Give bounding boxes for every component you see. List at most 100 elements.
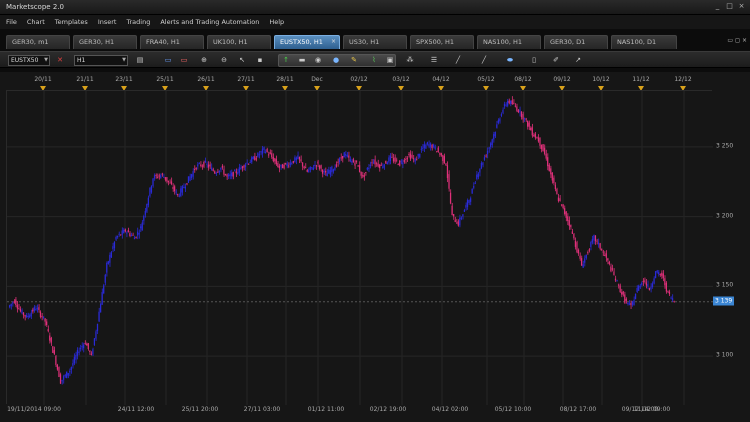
menu-templates[interactable]: Templates — [55, 18, 88, 26]
candle-down — [274, 158, 276, 162]
candle-up — [482, 162, 484, 166]
candle-up — [628, 303, 630, 305]
candle-down — [194, 168, 196, 171]
zoom-out-icon[interactable]: ⊖ — [218, 55, 230, 66]
candle-down — [47, 329, 49, 332]
pencil-icon[interactable]: ✎ — [348, 55, 360, 66]
candle-up — [96, 323, 99, 331]
tab-ger30-m1[interactable]: GER30, m1 — [6, 35, 70, 49]
note-icon[interactable]: ▬ — [296, 55, 308, 66]
tab-ger30-d1[interactable]: GER30, D1 — [544, 35, 608, 49]
candle-up — [474, 182, 476, 184]
candle-down — [56, 364, 59, 370]
tab-restore-icon[interactable]: ◻ — [735, 37, 740, 44]
price-axis[interactable]: 3 250 3 200 3 150 3 100 3 139 — [712, 90, 750, 404]
candle-down — [607, 258, 609, 261]
candle-down — [317, 161, 319, 164]
ask-icon[interactable]: ▭ — [178, 55, 190, 66]
candle-down — [19, 309, 22, 312]
candle-up — [210, 167, 213, 171]
buy-icon[interactable]: ↑ — [280, 55, 292, 66]
instrument-select[interactable]: EUSTX50 ▼ — [8, 55, 50, 66]
tab-minimize-icon[interactable]: ▭ — [727, 37, 733, 44]
candle-down — [157, 176, 159, 178]
candle-up — [346, 155, 348, 157]
more-tools-icon[interactable]: ↗ — [572, 55, 584, 66]
candle-down — [568, 220, 570, 226]
close-tab-icon[interactable]: × — [331, 36, 336, 48]
candle-down — [392, 158, 395, 162]
line-tool-icon[interactable]: ☰ — [428, 55, 440, 66]
shape-icon[interactable]: ▯ — [528, 55, 540, 66]
candle-down — [610, 266, 612, 272]
candle-down — [177, 194, 179, 196]
menu-chart[interactable]: Chart — [27, 18, 45, 26]
candle-down — [533, 134, 535, 137]
candle-down — [214, 171, 216, 174]
menu-help[interactable]: Help — [269, 18, 284, 26]
tab-nas100-d1[interactable]: NAS100, D1 — [611, 35, 677, 49]
candle-down — [32, 309, 34, 312]
candle-up — [670, 297, 672, 299]
close-button[interactable]: × — [737, 2, 746, 11]
chevron-down-icon: ▼ — [122, 57, 126, 63]
crosshair-icon[interactable]: ▪ — [254, 55, 266, 66]
tab-ger30-h1[interactable]: GER30, H1 — [73, 35, 137, 49]
search-icon[interactable]: ● — [330, 55, 342, 66]
tab-nas100-h1[interactable]: NAS100, H1 — [477, 35, 541, 49]
candle-down — [271, 153, 273, 158]
chart-panel[interactable]: 20/11 21/11 23/11 25/11 26/11 27/11 28/11 Dec 02… — [0, 72, 750, 422]
candle-up — [178, 195, 180, 197]
menu-alerts[interactable]: Alerts and Trading Automation — [160, 18, 259, 26]
tab-fra40-h1[interactable]: FRA40, H1 — [140, 35, 204, 49]
remove-icon[interactable]: ✕ — [54, 55, 66, 66]
minimize-button[interactable]: _ — [713, 2, 722, 11]
price-plot[interactable] — [6, 90, 713, 405]
chart-type-icon[interactable]: ▤ — [134, 55, 146, 66]
candle-down — [611, 268, 614, 270]
candle-down — [277, 162, 279, 168]
candle-down — [661, 272, 663, 276]
candle-up — [149, 187, 151, 197]
ellipse-icon[interactable]: ⬬ — [504, 55, 516, 66]
pointer-icon[interactable]: ↖ — [236, 55, 248, 66]
tab-close-icon[interactable]: × — [742, 37, 747, 44]
candle-down — [409, 153, 412, 160]
eye-icon[interactable]: ◉ — [312, 55, 324, 66]
trendline-icon[interactable]: ╱ — [452, 55, 464, 66]
candlestick-chart[interactable] — [7, 91, 713, 405]
zoom-in-icon[interactable]: ⊕ — [198, 55, 210, 66]
candle-up — [496, 124, 498, 128]
candle-down — [90, 353, 92, 355]
candle-down — [567, 216, 569, 221]
maximize-button[interactable]: □ — [725, 2, 734, 11]
timeframe-select[interactable]: H1 ▼ — [74, 55, 128, 66]
brush-icon[interactable]: ✐ — [550, 55, 562, 66]
candle-down — [195, 167, 197, 170]
print-icon[interactable]: ▣ — [384, 55, 396, 66]
candle-up — [368, 167, 370, 170]
tab-eustx50-h1[interactable]: EUSTX50, H1 × — [274, 35, 340, 49]
candle-down — [365, 172, 367, 174]
menu-trading[interactable]: Trading — [126, 18, 150, 26]
candle-up — [434, 146, 436, 149]
bid-icon[interactable]: ▭ — [162, 55, 174, 66]
tab-spx500-h1[interactable]: SPX500, H1 — [410, 35, 474, 49]
candle-up — [616, 280, 618, 282]
draw-line-icon[interactable]: ╱ — [478, 55, 490, 66]
top-date-label: 28/11 — [276, 76, 294, 83]
indicator-icon[interactable]: ⌇ — [368, 55, 380, 66]
candle-up — [133, 237, 136, 240]
candle-down — [408, 153, 410, 155]
tab-uk100-h1[interactable]: UK100, H1 — [207, 35, 271, 49]
fibonacci-icon[interactable]: ⁂ — [404, 55, 416, 66]
menu-file[interactable]: File — [6, 18, 17, 26]
tab-us30-h1[interactable]: US30, H1 — [343, 35, 407, 49]
menu-insert[interactable]: Insert — [98, 18, 117, 26]
candle-up — [244, 164, 247, 168]
candle-down — [15, 299, 17, 306]
candle-up — [126, 232, 128, 234]
candle-down — [416, 159, 418, 161]
candle-down — [540, 144, 543, 150]
candle-down — [363, 174, 365, 177]
